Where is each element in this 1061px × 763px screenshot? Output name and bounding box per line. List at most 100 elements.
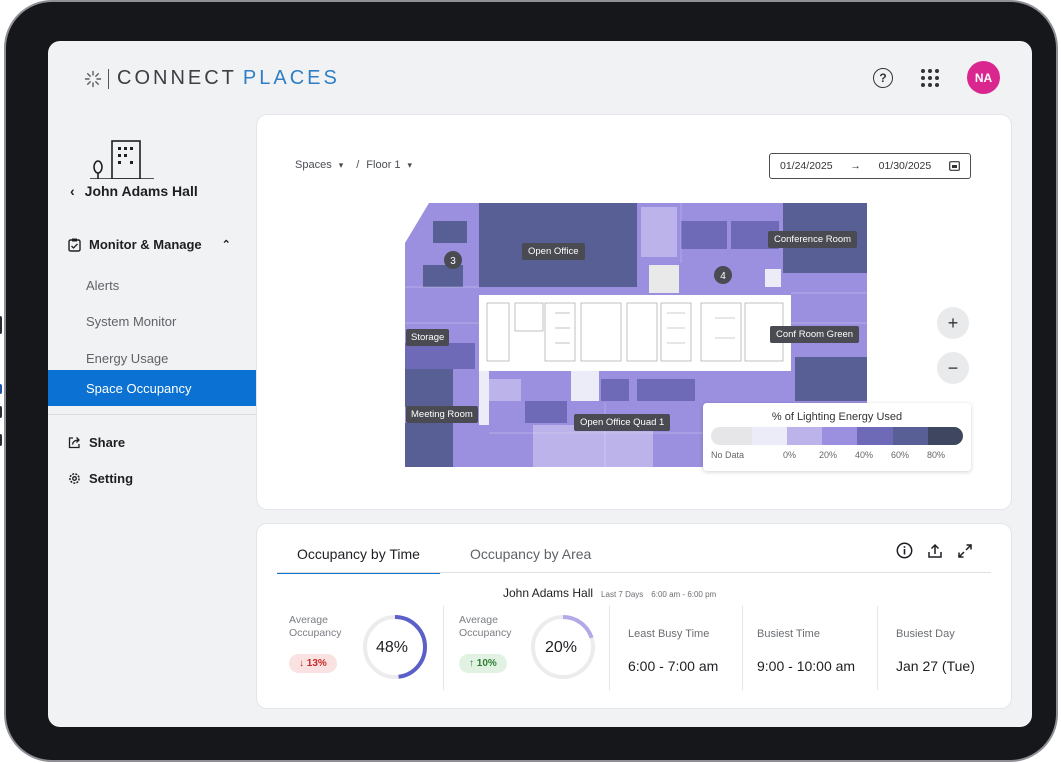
column-divider xyxy=(742,606,743,690)
export-icon[interactable] xyxy=(927,543,943,559)
building-back-link[interactable]: ‹ John Adams Hall xyxy=(70,183,198,199)
room-label-conf-room-green[interactable]: Conf Room Green xyxy=(770,326,860,343)
occupancy-tabs: Occupancy by Time Occupancy by Area xyxy=(277,544,611,574)
calendar-icon[interactable] xyxy=(949,161,960,171)
date-end: 01/30/2025 xyxy=(878,160,932,172)
chevron-down-icon[interactable]: ▾ xyxy=(339,160,344,171)
nav-divider xyxy=(48,414,256,415)
busiest-time-label: Busiest Time xyxy=(757,628,820,640)
chevron-down-icon[interactable]: ▾ xyxy=(408,160,413,171)
app-screen: CONNECT PLACES ? NA ‹ John Adams Hall Mo… xyxy=(48,41,1032,727)
nav-item-energy-usage[interactable]: Energy Usage xyxy=(86,351,168,366)
spaces-dropdown[interactable]: Spaces xyxy=(295,159,332,171)
nav-item-space-occupancy[interactable]: Space Occupancy xyxy=(48,370,256,406)
legend-swatch xyxy=(786,427,823,445)
chevron-up-icon: ⌃ xyxy=(221,239,231,251)
column-divider xyxy=(443,606,444,690)
legend-label-20: 20% xyxy=(819,450,838,460)
avg-occupancy-change-up: ↑ 10% xyxy=(459,654,507,673)
breadcrumb-separator: / xyxy=(356,159,360,171)
side-button xyxy=(0,384,2,394)
occupancy-card: Occupancy by Time Occupancy by Area John xyxy=(257,524,1011,708)
avg-occupancy-change-down: ↓ 13% xyxy=(289,654,337,673)
room-label-open-office[interactable]: Open Office xyxy=(522,243,585,260)
tablet-frame: CONNECT PLACES ? NA ‹ John Adams Hall Mo… xyxy=(0,2,1056,760)
share-icon xyxy=(68,437,80,449)
occupancy-subheader: John Adams Hall Last 7 Days 6:00 am - 6:… xyxy=(503,586,716,600)
legend-label-0: 0% xyxy=(783,450,797,460)
nav-item-system-monitor[interactable]: System Monitor xyxy=(86,314,176,329)
legend-label-60: 60% xyxy=(891,450,910,460)
legend-label-80: 80% xyxy=(927,450,946,460)
legend-title: % of Lighting Energy Used xyxy=(771,411,903,423)
info-icon[interactable] xyxy=(896,542,913,559)
floor-map-card: Spaces ▾ / Floor 1 ▾ 01/24/2025 → 01/30/… xyxy=(257,115,1011,509)
nav-section-monitor-manage[interactable]: Monitor & Manage ⌃ xyxy=(68,237,231,252)
nav-item-share[interactable]: Share xyxy=(68,435,125,450)
date-range-picker[interactable]: 01/24/2025 → 01/30/2025 xyxy=(769,153,971,179)
tabs-divider xyxy=(277,572,991,573)
nav-item-alerts[interactable]: Alerts xyxy=(86,278,119,293)
busiest-day-label: Busiest Day xyxy=(896,628,955,640)
legend-swatch xyxy=(751,427,787,445)
room-label-meeting-room[interactable]: Meeting Room xyxy=(406,406,478,423)
arrow-right-icon: → xyxy=(850,160,861,172)
legend-swatch xyxy=(857,427,893,445)
tab-occupancy-by-time[interactable]: Occupancy by Time xyxy=(277,544,440,574)
legend-swatch xyxy=(822,427,858,445)
zoom-in-button[interactable]: + xyxy=(937,307,969,339)
room-label-open-office-quad[interactable]: Open Office Quad 1 xyxy=(574,414,671,431)
avg-occupancy-value: 48% xyxy=(376,639,409,656)
busiest-time-value: 9:00 - 10:00 am xyxy=(757,658,856,674)
column-divider xyxy=(609,606,610,690)
breadcrumb: Spaces ▾ / Floor 1 ▾ xyxy=(295,159,412,171)
avg-occupancy-label: Average Occupancy xyxy=(289,614,342,639)
side-button xyxy=(0,406,2,418)
avg-occupancy-value: 20% xyxy=(545,639,578,656)
nav-item-setting[interactable]: Setting xyxy=(68,471,133,486)
brand-divider xyxy=(108,68,109,89)
zoom-out-button[interactable]: − xyxy=(937,352,969,384)
expand-icon[interactable] xyxy=(957,543,973,559)
date-start: 01/24/2025 xyxy=(780,160,833,172)
share-label: Share xyxy=(89,435,126,450)
user-avatar[interactable]: NA xyxy=(967,61,1000,94)
map-marker-3[interactable]: 3 xyxy=(450,256,456,267)
map-marker-4[interactable]: 4 xyxy=(720,271,726,282)
help-circle-icon[interactable]: ? xyxy=(873,67,893,88)
nav-section-label: Monitor & Manage xyxy=(89,237,202,252)
brand-logo[interactable]: CONNECT PLACES xyxy=(84,67,340,90)
subheader-period: Last 7 Days xyxy=(601,590,644,599)
brand-name-part2: PLACES xyxy=(242,67,340,89)
setting-label: Setting xyxy=(89,471,134,486)
legend-swatch xyxy=(927,427,963,445)
column-divider xyxy=(877,606,878,690)
building-name: John Adams Hall xyxy=(84,183,198,199)
avg-occupancy-label: Average Occupancy xyxy=(459,614,512,639)
tab-occupancy-by-area[interactable]: Occupancy by Area xyxy=(450,544,611,574)
subheader-hours: 6:00 am - 6:00 pm xyxy=(651,590,717,599)
gear-icon xyxy=(69,473,80,484)
side-button xyxy=(0,434,2,446)
energy-legend: % of Lighting Energy Used No Data 0% 20%… xyxy=(703,403,971,471)
legend-label-40: 40% xyxy=(855,450,874,460)
floor-dropdown[interactable]: Floor 1 xyxy=(366,159,400,171)
legend-label-no-data: No Data xyxy=(711,450,745,460)
legend-swatch-no-data xyxy=(711,427,752,445)
clipboard-check-icon xyxy=(68,238,81,252)
chevron-left-icon: ‹ xyxy=(70,183,75,199)
building-icon xyxy=(90,140,154,179)
sunburst-logo-icon xyxy=(84,70,102,87)
sidebar: ‹ John Adams Hall Monitor & Manage ⌃ Ale… xyxy=(48,121,256,727)
least-busy-time-value: 6:00 - 7:00 am xyxy=(628,658,719,674)
side-button xyxy=(0,316,2,334)
busiest-day-value: Jan 27 (Tue) xyxy=(896,658,975,674)
room-label-storage[interactable]: Storage xyxy=(406,329,450,346)
legend-color-scale xyxy=(711,427,963,445)
least-busy-time-label: Least Busy Time xyxy=(628,628,710,640)
legend-swatch xyxy=(892,427,928,445)
subheader-building: John Adams Hall xyxy=(503,586,594,600)
brand-name-part1: CONNECT xyxy=(117,67,237,89)
apps-grid-icon[interactable] xyxy=(921,68,939,87)
room-label-conference-room[interactable]: Conference Room xyxy=(768,231,858,248)
